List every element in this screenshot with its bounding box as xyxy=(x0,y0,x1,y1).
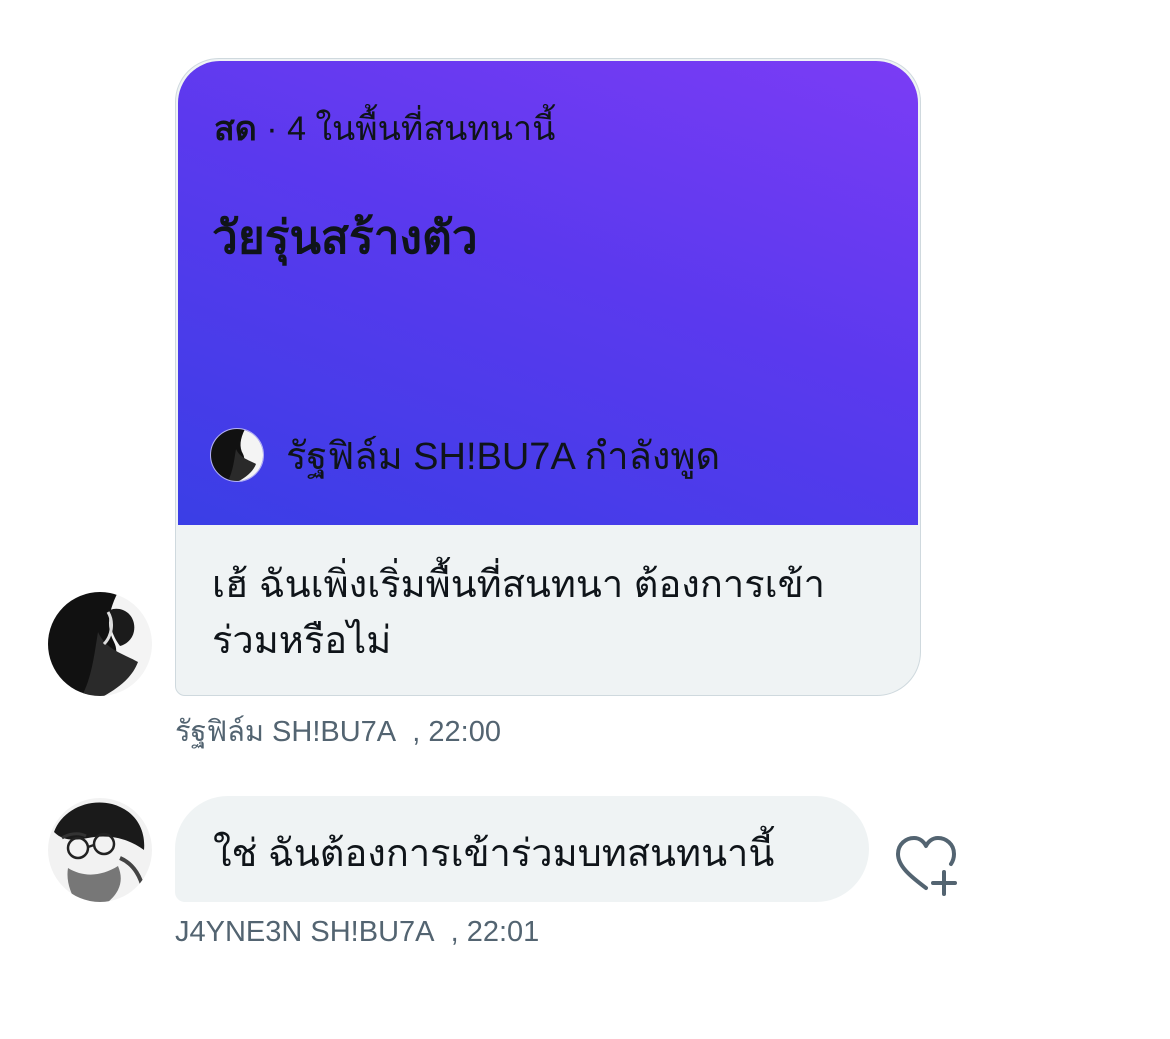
space-invite-card[interactable]: สด · 4 ในพื้นที่สนทนานี้ วัยรุ่นสร้างตัว… xyxy=(175,58,921,696)
space-banner[interactable]: สด · 4 ในพื้นที่สนทนานี้ วัยรุ่นสร้างตัว… xyxy=(178,61,918,525)
space-invite-message: เฮ้ ฉันเพิ่งเริ่มพื้นที่สนทนา ต้องการเข้… xyxy=(212,564,825,662)
message-2-text: ใช่ ฉันต้องการเข้าร่วมบทสนทนานี้ xyxy=(213,833,775,875)
avatar-photo xyxy=(48,592,152,696)
host-status: กำลังพูด xyxy=(584,435,721,478)
message-1-sender: รัฐฟิล์ม SH!BU7A xyxy=(175,716,397,748)
host-label: รัฐฟิล์ม SH!BU7A กำลังพูด xyxy=(286,425,720,486)
message-2-sender: J4YNE3N SH!BU7A xyxy=(175,916,435,948)
listener-count: 4 xyxy=(287,110,306,148)
host-avatar xyxy=(210,428,264,482)
heart-plus-icon xyxy=(896,836,957,896)
message-2-meta: J4YNE3N SH!BU7A , 22:01 xyxy=(175,916,539,949)
space-meta: สด · 4 ในพื้นที่สนทนานี้ xyxy=(214,101,555,155)
space-title: วัยรุ่นสร้างตัว xyxy=(212,211,478,263)
message-bubble[interactable]: ใช่ ฉันต้องการเข้าร่วมบทสนทนานี้ xyxy=(175,796,869,902)
message-1-time: , 22:00 xyxy=(412,716,501,748)
avatar-photo xyxy=(48,798,152,902)
message-2-time: , 22:01 xyxy=(450,916,540,948)
add-reaction-button[interactable] xyxy=(890,832,966,896)
listener-text: ในพื้นที่สนทนานี้ xyxy=(305,110,556,148)
message-1-meta: รัฐฟิล์ม SH!BU7A , 22:00 xyxy=(175,708,501,754)
space-host: รัฐฟิล์ม SH!BU7A กำลังพูด xyxy=(210,427,720,483)
avatar-sender-1[interactable] xyxy=(48,592,152,696)
live-label: สด xyxy=(214,110,257,148)
avatar-sender-2[interactable] xyxy=(48,798,152,902)
meta-separator: · xyxy=(256,110,288,148)
host-name: รัฐฟิล์ม SH!BU7A xyxy=(286,435,574,478)
